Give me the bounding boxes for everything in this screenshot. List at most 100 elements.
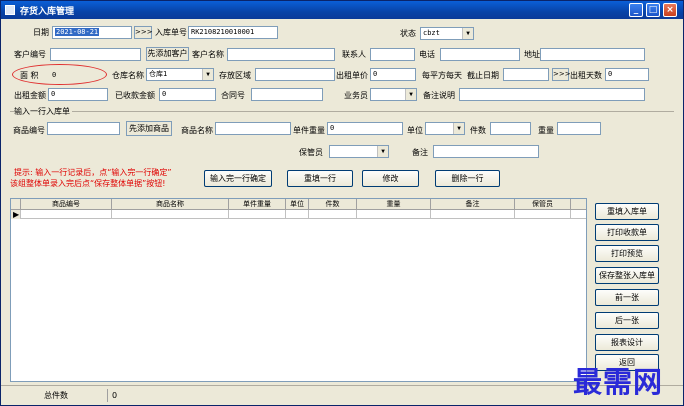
grid-header: 商品编号 商品名称 单件重量 单位 件数 重量 备注 保管员 bbox=[11, 199, 586, 210]
status-value: cbzt bbox=[423, 29, 440, 37]
salesman-label: 业务员 bbox=[344, 91, 368, 100]
weight-field[interactable] bbox=[557, 122, 601, 135]
minimize-button[interactable]: _ bbox=[629, 3, 643, 17]
column-header[interactable]: 保管员 bbox=[515, 199, 571, 210]
customer-name-field[interactable] bbox=[227, 48, 335, 61]
unit-weight-label: 单件重量 bbox=[293, 126, 325, 135]
modify-button[interactable]: 修改 bbox=[362, 170, 419, 187]
keeper-select[interactable]: ▼ bbox=[329, 145, 389, 158]
storage-area-field[interactable] bbox=[255, 68, 335, 81]
receipt-no-field[interactable]: RK2108210010001 bbox=[188, 26, 278, 39]
weight-label: 重量 bbox=[538, 126, 554, 135]
column-header[interactable]: 商品名称 bbox=[112, 199, 229, 210]
save-all-button[interactable]: 保存整张入库单 bbox=[595, 267, 659, 284]
product-no-label: 商品编号 bbox=[13, 126, 45, 135]
window-title: 存货入库管理 bbox=[20, 7, 75, 17]
note-field[interactable] bbox=[433, 145, 539, 158]
status-divider bbox=[107, 389, 108, 402]
current-row-arrow-icon: ▶ bbox=[13, 210, 20, 219]
phone-label: 电话 bbox=[419, 50, 435, 59]
app-icon bbox=[5, 5, 15, 15]
per-sqm-day-label: 每平方每天 bbox=[422, 71, 462, 80]
end-date-label: 截止日期 bbox=[467, 71, 499, 80]
chevron-down-icon: ▼ bbox=[453, 123, 464, 134]
warehouse-select[interactable]: 仓库1 ▼ bbox=[146, 68, 214, 81]
unit-label: 单位 bbox=[407, 126, 423, 135]
column-header[interactable]: 单件重量 bbox=[229, 199, 286, 210]
product-name-label: 商品名称 bbox=[181, 126, 213, 135]
address-label: 地址 bbox=[524, 50, 540, 59]
customer-no-field[interactable] bbox=[50, 48, 141, 61]
received-amount-field[interactable]: 0 bbox=[159, 88, 216, 101]
previous-button[interactable]: 前一张 bbox=[595, 289, 659, 306]
product-no-field[interactable] bbox=[47, 122, 120, 135]
next-button[interactable]: 后一张 bbox=[595, 312, 659, 329]
maximize-button[interactable]: □ bbox=[646, 3, 660, 17]
date-picker-button[interactable]: >>> bbox=[134, 26, 153, 39]
rent-amount-field[interactable]: 0 bbox=[48, 88, 108, 101]
total-pieces-label: 总件数 bbox=[44, 391, 68, 400]
salesman-select[interactable]: ▼ bbox=[370, 88, 417, 101]
rent-price-label: 出租单价 bbox=[336, 71, 368, 80]
pieces-field[interactable] bbox=[490, 122, 531, 135]
chevron-down-icon: ▼ bbox=[405, 89, 416, 100]
status-select[interactable]: cbzt ▼ bbox=[420, 27, 474, 40]
table-cell[interactable] bbox=[21, 210, 112, 219]
remark-label: 备注说明 bbox=[423, 91, 455, 100]
chevron-down-icon: ▼ bbox=[462, 28, 473, 39]
chevron-down-icon: ▼ bbox=[377, 146, 388, 157]
note-label: 备注 bbox=[412, 148, 428, 157]
report-design-button[interactable]: 报表设计 bbox=[595, 334, 659, 351]
product-name-field[interactable] bbox=[215, 122, 291, 135]
red-ellipse-annotation bbox=[12, 64, 107, 85]
end-date-field[interactable] bbox=[503, 68, 549, 81]
row-selector-header bbox=[11, 199, 21, 210]
table-cell[interactable] bbox=[431, 210, 515, 219]
phone-field[interactable] bbox=[440, 48, 520, 61]
delete-row-button[interactable]: 删除一行 bbox=[435, 170, 500, 187]
contact-field[interactable] bbox=[370, 48, 415, 61]
title-bar: 存货入库管理 _ □ × bbox=[1, 1, 683, 19]
table-cell[interactable] bbox=[515, 210, 571, 219]
column-header[interactable]: 商品编号 bbox=[21, 199, 112, 210]
table-cell[interactable] bbox=[357, 210, 431, 219]
column-header[interactable]: 备注 bbox=[431, 199, 515, 210]
rent-price-field[interactable]: 0 bbox=[370, 68, 416, 81]
date-field[interactable]: 2021-08-21 bbox=[52, 26, 132, 39]
table-cell[interactable] bbox=[286, 210, 309, 219]
add-customer-button[interactable]: 先添加客户 bbox=[146, 47, 189, 61]
print-preview-button[interactable]: 打印预览 bbox=[595, 245, 659, 262]
keeper-label: 保管员 bbox=[299, 148, 323, 157]
table-cell[interactable] bbox=[112, 210, 229, 219]
print-receipt-button[interactable]: 打印收款单 bbox=[595, 224, 659, 241]
column-header[interactable]: 件数 bbox=[309, 199, 357, 210]
remark-field[interactable] bbox=[459, 88, 645, 101]
refill-receipt-button[interactable]: 重填入库单 bbox=[595, 203, 659, 220]
end-date-picker-button[interactable]: >>> bbox=[552, 68, 571, 81]
table-cell[interactable] bbox=[309, 210, 357, 219]
unit-weight-field[interactable]: 0 bbox=[327, 122, 403, 135]
receipt-lines-grid[interactable]: 商品编号 商品名称 单件重量 单位 件数 重量 备注 保管员 ▶ bbox=[10, 198, 587, 382]
storage-area-label: 存放区域 bbox=[219, 71, 251, 80]
table-cell[interactable] bbox=[229, 210, 286, 219]
table-row[interactable]: ▶ bbox=[11, 210, 586, 219]
main-window: 存货入库管理 _ □ × 日期 2021-08-21 >>> 入库单号 RK21… bbox=[0, 0, 684, 406]
address-field[interactable] bbox=[540, 48, 645, 61]
pieces-label: 件数 bbox=[470, 126, 486, 135]
unit-select[interactable]: ▼ bbox=[425, 122, 465, 135]
receipt-no-label: 入库单号 bbox=[155, 28, 187, 37]
warehouse-label: 仓库名称 bbox=[112, 71, 144, 80]
contract-no-field[interactable] bbox=[251, 88, 323, 101]
confirm-row-button[interactable]: 输入完一行确定 bbox=[204, 170, 272, 187]
column-header[interactable]: 单位 bbox=[286, 199, 309, 210]
total-pieces-value: 0 bbox=[112, 391, 118, 400]
contact-label: 联系人 bbox=[342, 50, 366, 59]
column-header[interactable]: 重量 bbox=[357, 199, 431, 210]
refill-row-button[interactable]: 重填一行 bbox=[287, 170, 353, 187]
rent-days-field[interactable]: 0 bbox=[605, 68, 649, 81]
rent-days-label: 出租天数 bbox=[570, 71, 602, 80]
row-selector[interactable]: ▶ bbox=[11, 210, 21, 219]
add-product-button[interactable]: 先添加商品 bbox=[126, 121, 172, 136]
close-button[interactable]: × bbox=[663, 3, 677, 17]
rent-amount-label: 出租金额 bbox=[14, 91, 46, 100]
